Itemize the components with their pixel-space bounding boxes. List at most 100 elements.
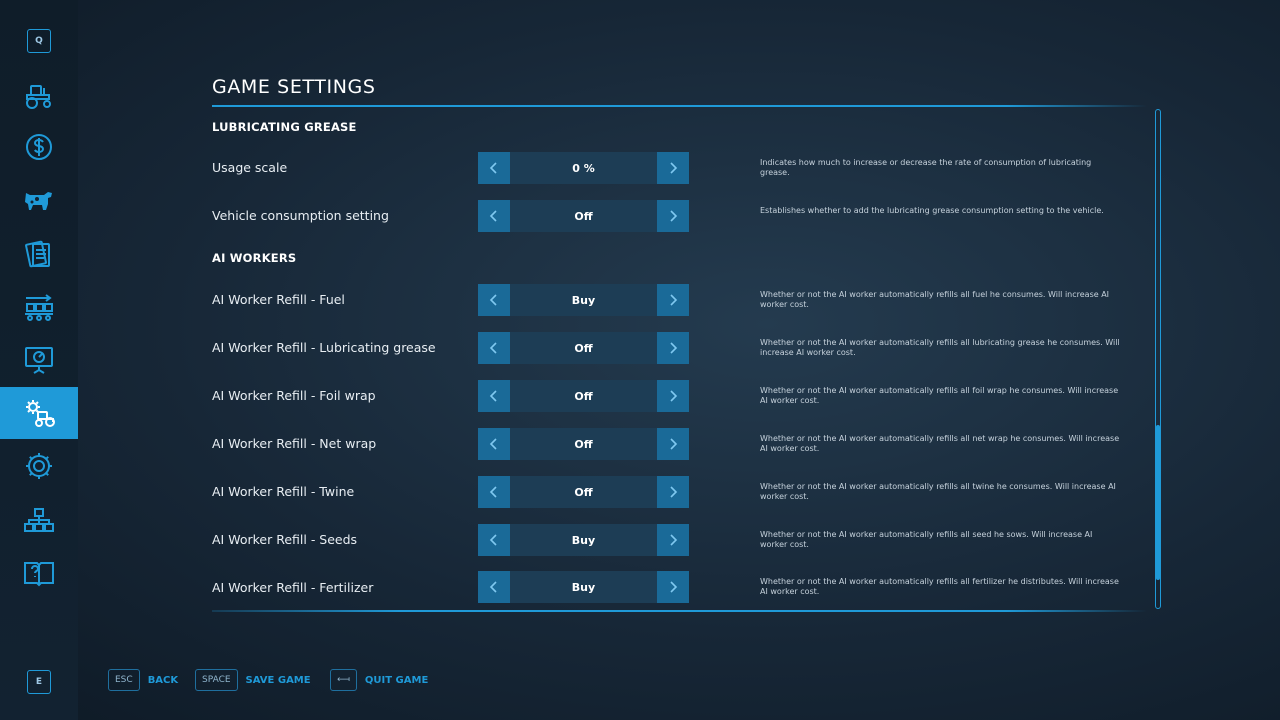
chevron-left-icon xyxy=(489,294,497,306)
setting-label: Vehicle consumption setting xyxy=(212,208,389,223)
sidebar-item-animals[interactable] xyxy=(0,174,78,226)
scrollbar-thumb[interactable] xyxy=(1156,425,1160,580)
chevron-right-icon xyxy=(670,162,678,174)
next-option-button[interactable] xyxy=(657,200,689,232)
next-option-button[interactable] xyxy=(657,476,689,508)
sidebar-item-help[interactable] xyxy=(0,546,78,598)
contracts-icon xyxy=(25,240,50,268)
prev-option-button[interactable] xyxy=(478,380,510,412)
setting-label: AI Worker Refill - Net wrap xyxy=(212,436,377,451)
chevron-right-icon xyxy=(670,438,678,450)
sidebar-item-contracts[interactable] xyxy=(0,228,78,280)
sidebar-item-production[interactable] xyxy=(0,281,78,333)
title-divider xyxy=(212,105,1147,107)
setting-description: Whether or not the AI worker automatical… xyxy=(760,530,1093,549)
back-button[interactable]: ESC BACK xyxy=(108,668,178,692)
chevron-left-icon xyxy=(489,486,497,498)
presentation-icon xyxy=(25,347,53,374)
setting-value: Off xyxy=(510,332,657,364)
chevron-right-icon xyxy=(670,581,678,593)
quit-game-button[interactable]: ⟻ QUIT GAME xyxy=(330,668,428,692)
sidebar-item-hierarchy[interactable] xyxy=(0,494,78,546)
prev-option-button[interactable] xyxy=(478,476,510,508)
setting-label: AI Worker Refill - Fuel xyxy=(212,292,345,307)
setting-stepper[interactable]: Buy xyxy=(478,571,689,603)
setting-value: Off xyxy=(510,428,657,460)
setting-stepper[interactable]: Off xyxy=(478,428,689,460)
section-heading: AI WORKERS xyxy=(212,251,297,265)
setting-value: 0 % xyxy=(510,152,657,184)
next-option-button[interactable] xyxy=(657,332,689,364)
setting-description: Whether or not the AI worker automatical… xyxy=(760,434,1120,453)
prev-option-button[interactable] xyxy=(478,152,510,184)
chevron-left-icon xyxy=(489,390,497,402)
prev-option-button[interactable] xyxy=(478,524,510,556)
next-option-button[interactable] xyxy=(657,284,689,316)
back-label: BACK xyxy=(147,674,179,686)
chevron-left-icon xyxy=(489,534,497,546)
sidebar: Q E xyxy=(0,0,78,720)
sidebar-item-general-settings[interactable] xyxy=(0,440,78,492)
cow-icon xyxy=(25,192,52,210)
chevron-right-icon xyxy=(670,486,678,498)
next-page-key[interactable]: E xyxy=(27,670,51,694)
chevron-right-icon xyxy=(670,534,678,546)
setting-stepper[interactable]: Off xyxy=(478,200,689,232)
bottom-divider xyxy=(212,610,1147,612)
prev-option-button[interactable] xyxy=(478,284,510,316)
help-book-icon xyxy=(24,562,54,587)
setting-stepper[interactable]: Off xyxy=(478,380,689,412)
setting-value: Off xyxy=(510,380,657,412)
setting-label: AI Worker Refill - Fertilizer xyxy=(212,580,374,595)
next-option-button[interactable] xyxy=(657,152,689,184)
setting-description: Whether or not the AI worker automatical… xyxy=(760,290,1110,309)
prev-option-button[interactable] xyxy=(478,200,510,232)
chevron-left-icon xyxy=(489,162,497,174)
esc-key: ESC xyxy=(108,669,140,691)
setting-description: Whether or not the AI worker automatical… xyxy=(760,338,1120,357)
prev-option-button[interactable] xyxy=(478,571,510,603)
hierarchy-icon xyxy=(24,508,54,532)
chevron-left-icon xyxy=(489,210,497,222)
setting-value: Buy xyxy=(510,571,657,603)
setting-label: AI Worker Refill - Foil wrap xyxy=(212,388,376,403)
quit-key-icon: ⟻ xyxy=(330,669,357,691)
setting-stepper[interactable]: Buy xyxy=(478,284,689,316)
game-settings-icon xyxy=(26,400,55,427)
prev-option-button[interactable] xyxy=(478,428,510,460)
tractor-icon xyxy=(26,85,51,109)
setting-value: Buy xyxy=(510,284,657,316)
sidebar-item-statistics[interactable] xyxy=(0,334,78,386)
setting-description: Whether or not the AI worker automatical… xyxy=(760,577,1119,596)
setting-description: Indicates how much to increase or decrea… xyxy=(760,158,1092,177)
production-icon xyxy=(25,294,53,321)
next-option-button[interactable] xyxy=(657,380,689,412)
chevron-left-icon xyxy=(489,438,497,450)
sidebar-item-vehicles[interactable] xyxy=(0,69,78,121)
chevron-right-icon xyxy=(670,390,678,402)
setting-description: Whether or not the AI worker automatical… xyxy=(760,386,1119,405)
sidebar-item-game-settings[interactable] xyxy=(0,387,78,439)
sidebar-item-finances[interactable] xyxy=(0,121,78,173)
prev-option-button[interactable] xyxy=(478,332,510,364)
next-option-button[interactable] xyxy=(657,524,689,556)
prev-page-key[interactable]: Q xyxy=(27,29,51,53)
save-game-label: SAVE GAME xyxy=(245,674,311,686)
setting-stepper[interactable]: Off xyxy=(478,476,689,508)
setting-label: AI Worker Refill - Lubricating grease xyxy=(212,340,436,355)
next-option-button[interactable] xyxy=(657,571,689,603)
next-option-button[interactable] xyxy=(657,428,689,460)
setting-stepper[interactable]: 0 % xyxy=(478,152,689,184)
save-game-button[interactable]: SPACE SAVE GAME xyxy=(195,668,311,692)
dollar-icon xyxy=(26,134,52,160)
setting-value: Buy xyxy=(510,524,657,556)
setting-label: AI Worker Refill - Seeds xyxy=(212,532,358,547)
chevron-left-icon xyxy=(489,342,497,354)
section-heading: LUBRICATING GREASE xyxy=(212,120,357,134)
chevron-right-icon xyxy=(670,342,678,354)
setting-label: Usage scale xyxy=(212,160,288,175)
space-key: SPACE xyxy=(195,669,238,691)
setting-stepper[interactable]: Buy xyxy=(478,524,689,556)
setting-stepper[interactable]: Off xyxy=(478,332,689,364)
chevron-left-icon xyxy=(489,581,497,593)
